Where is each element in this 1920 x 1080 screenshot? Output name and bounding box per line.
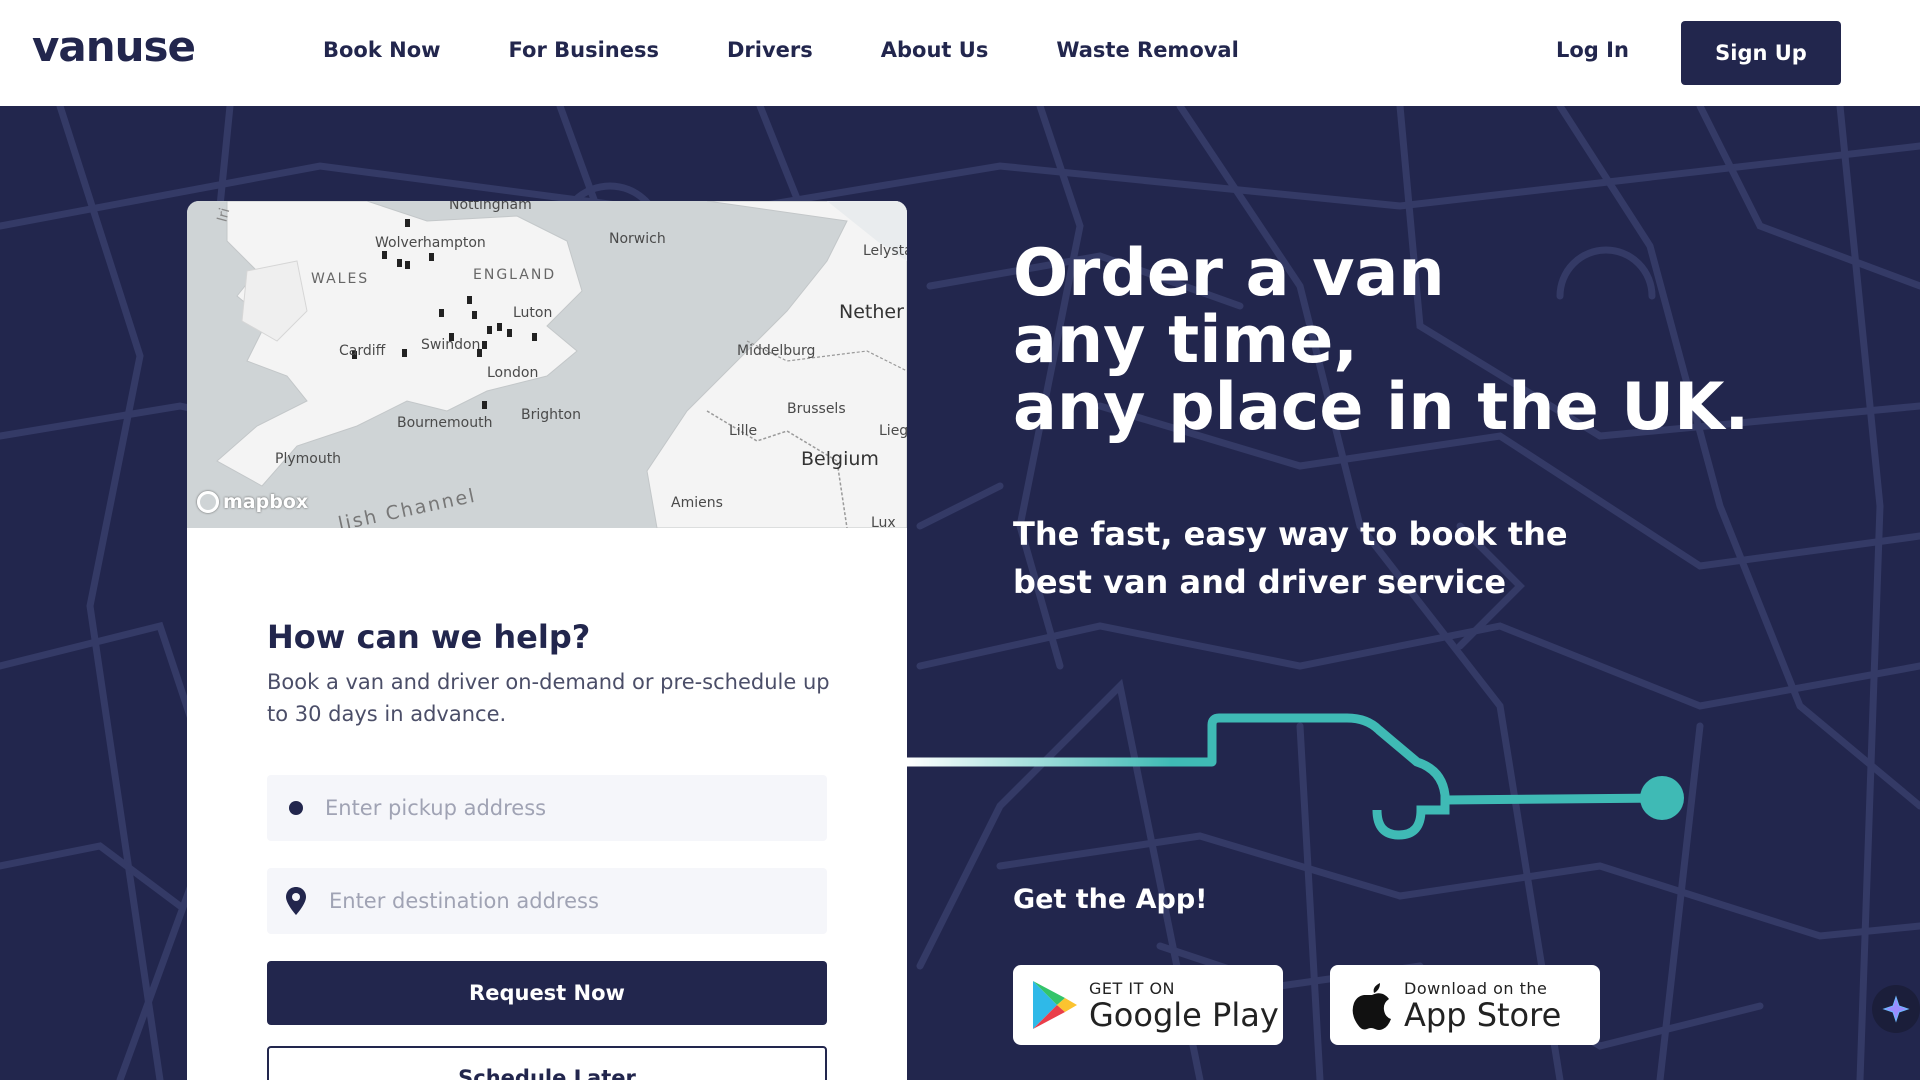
request-now-button[interactable]: Request Now [267,961,827,1025]
map-label-nottingham: Nottingham [449,201,532,213]
schedule-later-button[interactable]: Schedule Later [267,1046,827,1080]
app-store-small-text: Download on the [1404,978,1548,998]
map-label-luton: Luton [513,305,553,321]
login-link[interactable]: Log In [1556,38,1629,62]
map-label-cardiff: Cardiff [339,343,386,359]
nav-book-now[interactable]: Book Now [323,38,441,62]
map-label-lille: Lille [729,423,758,439]
hero-subheadline: The fast, easy way to book the best van … [1013,515,1568,601]
map-label-amiens: Amiens [671,495,723,511]
nav-about-us[interactable]: About Us [881,38,989,62]
map-label-bournemouth: Bournemouth [397,415,493,431]
get-app-heading: Get the App! [1013,884,1208,915]
nav-waste-removal[interactable]: Waste Removal [1056,38,1238,62]
map-label-wales: WALES [311,271,370,287]
map-label-netherlands: Nether [839,301,904,323]
google-play-big-text: Google Play [1089,995,1279,1034]
site-header: vanuse Book Now For Business Drivers Abo… [0,0,1920,106]
app-store-button[interactable]: Download on the App Store [1330,965,1600,1045]
location-pin-icon [286,887,306,915]
map-label-wolverhampton: Wolverhampton [375,235,486,251]
headline-line-3: any place in the UK. [1013,370,1750,445]
map-label-lelystad: Lelysta [863,243,907,259]
pickup-dot-icon [289,801,303,815]
mapbox-attribution[interactable]: mapbox [197,491,308,513]
headline-line-2: any time, [1013,303,1358,378]
form-subtitle: Book a van and driver on-demand or pre-s… [267,670,830,726]
main-nav: Book Now For Business Drivers About Us W… [323,38,1307,62]
nav-for-business[interactable]: For Business [509,38,659,62]
map-label-plymouth: Plymouth [275,451,342,467]
nav-drivers[interactable]: Drivers [727,38,813,62]
map-label-middelburg: Middelburg [737,343,816,359]
hero-headline: Order a van any time, any place in the U… [1013,240,1749,441]
headline-line-1: Order a van [1013,236,1445,311]
signup-button[interactable]: Sign Up [1681,21,1841,85]
google-play-small-text: GET IT ON [1089,978,1176,998]
app-store-big-text: App Store [1404,995,1562,1034]
map-label-england: ENGLAND [473,267,557,283]
map-label-luxembourg: Lux [871,515,896,528]
form-title: How can we help? [267,618,591,656]
map-label-brighton: Brighton [521,407,581,423]
pickup-input[interactable] [325,796,785,820]
google-play-icon [1033,981,1077,1029]
coverage-map[interactable]: Nottingham Wolverhampton Norwich Lelysta… [187,201,907,528]
route-end-dot-icon [1640,776,1684,820]
map-label-belgium: Belgium [801,448,879,470]
apple-icon [1352,983,1391,1030]
google-play-button[interactable]: GET IT ON Google Play [1013,965,1283,1045]
mapbox-logo-icon [197,491,219,513]
vanuse-logo[interactable]: vanuse [32,22,196,71]
map-label-brussels: Brussels [787,401,846,417]
assistant-bubble[interactable] [1872,985,1920,1033]
assistant-sparkle-icon [1882,995,1910,1023]
destination-input[interactable] [329,889,789,913]
destination-field[interactable] [267,868,827,934]
booking-card: Nottingham Wolverhampton Norwich Lelysta… [187,201,907,1080]
map-label-swindon: Swindon [421,337,481,353]
van-route-illustration [907,713,1684,840]
map-label-norwich: Norwich [609,231,666,247]
map-label-london: London [487,365,539,381]
pickup-field[interactable] [267,775,827,841]
map-label-liege: Lieg [879,423,907,439]
